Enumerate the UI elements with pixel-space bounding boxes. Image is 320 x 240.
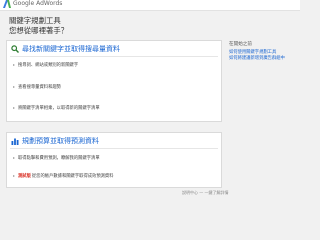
before-you-start-panel: 在開始之前 如何使用關鍵字規劃工具 如何將建議新增到廣告群組中 bbox=[226, 40, 296, 66]
option-multiply-keyword-lists[interactable]: ▸ 將關鍵字清單相乘，以取得新的關鍵字清單 bbox=[13, 105, 100, 112]
option-label: 搜尋詞、網站或類別的新關鍵字 bbox=[18, 63, 79, 68]
page-subtitle: 您想從哪裡著手？ bbox=[9, 26, 69, 35]
option-label: 從您的帳戶數據和關鍵字取得成效預測資料 bbox=[31, 174, 114, 179]
option-search-new-keywords[interactable]: ▸ 搜尋詞、網站或類別的新關鍵字 bbox=[13, 62, 78, 69]
option-label: 取得點擊和費用預測，瞭解我的關鍵字清單 bbox=[18, 156, 100, 161]
help-link-add-to-ad-group[interactable]: 如何將建議新增到廣告群組中 bbox=[229, 56, 285, 62]
side-panel-title: 在開始之前 bbox=[229, 42, 252, 47]
adwords-logo-icon[interactable] bbox=[3, 0, 11, 8]
find-keywords-card: 尋找新關鍵字並取得搜尋量資料 ▸ 搜尋詞、網站或類別的新關鍵字 ▸ 查看搜尋量資料和… bbox=[6, 40, 222, 122]
card-divider bbox=[10, 56, 218, 57]
card-divider bbox=[10, 148, 218, 149]
footer-text[interactable]: 說明中心 — 一鍵了解詳情 bbox=[182, 190, 229, 196]
plan-budget-title[interactable]: 規劃預算並取得預測資料 bbox=[22, 136, 99, 146]
option-performance-forecast[interactable]: ▸ 測試版從您的帳戶數據和關鍵字取得成效預測資料 bbox=[13, 173, 114, 180]
option-get-click-cost-forecast[interactable]: ▸ 取得點擊和費用預測，瞭解我的關鍵字清單 bbox=[13, 155, 100, 162]
find-keywords-title[interactable]: 尋找新關鍵字並取得搜尋量資料 bbox=[22, 44, 120, 54]
top-bar: Google AdWords bbox=[0, 0, 300, 11]
option-label: 查看搜尋量資料和趨勢 bbox=[18, 85, 61, 90]
app-logo-text: Google AdWords bbox=[13, 0, 63, 7]
bar-chart-icon bbox=[11, 137, 19, 145]
option-get-search-volume[interactable]: ▸ 查看搜尋量資料和趨勢 bbox=[13, 84, 61, 91]
option-label: 將關鍵字清單相乘，以取得新的關鍵字清單 bbox=[18, 106, 100, 111]
plan-budget-card: 規劃預算並取得預測資料 ▸ 取得點擊和費用預測，瞭解我的關鍵字清單 ▸ 測試版從您的… bbox=[6, 132, 222, 188]
search-magnifier-icon bbox=[11, 45, 19, 53]
page-title: 關鍵字規劃工具 bbox=[9, 16, 61, 25]
beta-badge: 測試版 bbox=[18, 174, 31, 179]
